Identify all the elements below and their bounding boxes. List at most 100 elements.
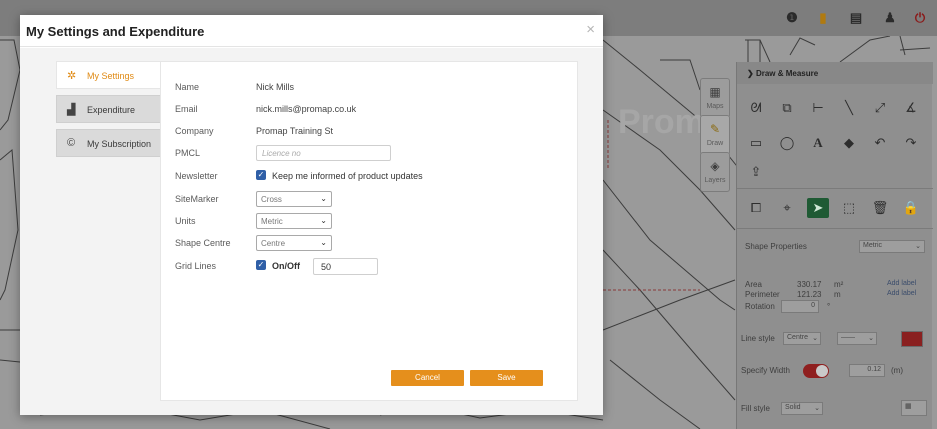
upload-icon[interactable]: ⇪ bbox=[745, 162, 767, 182]
modal-body: ✲ My Settings ▟ Expenditure © My Subscri… bbox=[20, 48, 603, 415]
line-pattern-select[interactable]: —— ⌄ bbox=[837, 332, 877, 345]
modal-title: My Settings and Expenditure bbox=[26, 24, 205, 39]
circle-icon[interactable]: ◯ bbox=[776, 133, 798, 153]
email-value: nick.mills@promap.co.uk bbox=[256, 104, 357, 114]
grid-lines-checkbox[interactable]: ✓ bbox=[256, 260, 266, 270]
copy-icon[interactable]: ⧠ bbox=[745, 198, 767, 218]
rotation-label: Rotation bbox=[745, 302, 775, 311]
width-input[interactable]: 0.12 bbox=[849, 364, 885, 377]
basket-icon[interactable]: ▤ bbox=[848, 10, 864, 26]
freehand-icon[interactable]: ᘛ bbox=[745, 98, 767, 118]
measure-icon[interactable]: ⊢ bbox=[807, 98, 829, 118]
chevron-down-icon: ⌄ bbox=[868, 335, 874, 342]
tab-layers-label: Layers bbox=[704, 177, 726, 184]
units-row: Units Metric ⌄ bbox=[175, 213, 565, 231]
sitemarker-value: Cross bbox=[261, 195, 282, 204]
shape-centre-value: Centre bbox=[261, 239, 286, 248]
units-select[interactable]: Metric ⌄ bbox=[859, 240, 925, 253]
units-select[interactable]: Metric ⌄ bbox=[256, 213, 332, 229]
draw-measure-panel: ❯ Draw & Measure ᘛ ⧉ ⊢ ╲ ⤢ ∡ ▭ ◯ A ◆ ↶ ↷… bbox=[736, 62, 933, 429]
chevron-down-icon: ⌄ bbox=[812, 335, 818, 342]
panel-divider bbox=[737, 188, 933, 189]
grid-size-input[interactable] bbox=[313, 258, 378, 275]
grid-lines-text: On/Off bbox=[272, 261, 300, 271]
tab-draw[interactable]: ✎ Draw bbox=[700, 115, 730, 155]
maps-icon: ▦ bbox=[709, 85, 721, 99]
line-icon[interactable]: ╲ bbox=[838, 98, 860, 118]
select-area-icon[interactable]: ⧉ bbox=[776, 98, 798, 118]
delete-icon[interactable]: 🗑 bbox=[869, 198, 891, 218]
pmcl-input[interactable] bbox=[256, 145, 391, 161]
newsletter-row: Newsletter ✓ Keep me informed of product… bbox=[175, 168, 565, 186]
perimeter-unit: m bbox=[834, 290, 841, 299]
sitemarker-row: SiteMarker Cross ⌄ bbox=[175, 191, 565, 209]
edit-tools-row: ⧠ ⌖ ➤ ⬚ 🗑 🔒 bbox=[745, 198, 922, 218]
tab-my-subscription-label: My Subscription bbox=[87, 139, 152, 149]
line-style-value: Centre bbox=[787, 334, 809, 341]
sitemarker-select[interactable]: Cross ⌄ bbox=[256, 191, 332, 207]
lock-icon[interactable]: 🔒 bbox=[900, 198, 922, 218]
shape-centre-select[interactable]: Centre ⌄ bbox=[256, 235, 332, 251]
tab-my-subscription[interactable]: © My Subscription bbox=[56, 129, 162, 157]
rotation-input[interactable]: 0 bbox=[781, 300, 819, 313]
layers-icon: ◈ bbox=[710, 159, 720, 173]
draw-tools-row-1: ᘛ ⧉ ⊢ ╲ ⤢ ∡ bbox=[745, 98, 922, 118]
newsletter-checkbox[interactable]: ✓ bbox=[256, 170, 266, 180]
cancel-button[interactable]: Cancel bbox=[391, 370, 464, 386]
add-label-link[interactable]: Add label bbox=[887, 280, 916, 287]
undo-icon[interactable]: ↶ bbox=[869, 133, 891, 153]
rotation-unit: ° bbox=[827, 302, 831, 311]
fill-style-select[interactable]: Solid ⌄ bbox=[781, 402, 823, 415]
settings-tabs: ✲ My Settings ▟ Expenditure © My Subscri… bbox=[56, 61, 166, 163]
line-style-select[interactable]: Centre ⌄ bbox=[783, 332, 821, 345]
bookmark-icon[interactable]: ▮ bbox=[815, 10, 831, 26]
bar-chart-icon: ▟ bbox=[67, 104, 76, 116]
tab-expenditure-label: Expenditure bbox=[87, 105, 136, 115]
draw-tools-row-2: ▭ ◯ A ◆ ↶ ↷ bbox=[745, 133, 922, 153]
shape-select-icon[interactable]: ⬚ bbox=[838, 198, 860, 218]
tab-maps[interactable]: ▦ Maps bbox=[700, 78, 730, 118]
email-row: Email nick.mills@promap.co.uk bbox=[175, 101, 565, 119]
pointer-icon[interactable]: ➤ bbox=[807, 198, 829, 218]
units-select-value: Metric bbox=[863, 242, 883, 249]
specify-width-toggle[interactable] bbox=[803, 364, 829, 378]
draw-measure-header[interactable]: ❯ Draw & Measure bbox=[737, 62, 933, 84]
fill-style-label: Fill style bbox=[741, 404, 770, 413]
draw-tools-row-3: ⇪ bbox=[745, 162, 767, 182]
email-label: Email bbox=[175, 104, 198, 114]
chevron-down-icon: ⌄ bbox=[320, 216, 327, 225]
save-button[interactable]: Save bbox=[470, 370, 543, 386]
rectangle-icon[interactable]: ▭ bbox=[745, 133, 767, 153]
chevron-down-icon: ⌄ bbox=[814, 405, 820, 412]
tab-layers[interactable]: ◈ Layers bbox=[700, 152, 730, 192]
tab-my-settings[interactable]: ✲ My Settings bbox=[56, 61, 166, 89]
fill-pattern-select[interactable]: ▦ bbox=[901, 400, 927, 416]
polyline-icon[interactable]: ⤢ bbox=[869, 98, 891, 118]
pmcl-label: PMCL bbox=[175, 148, 201, 158]
chevron-down-icon: ⌄ bbox=[915, 243, 921, 250]
angle-icon[interactable]: ∡ bbox=[900, 98, 922, 118]
fill-style-value: Solid bbox=[785, 404, 801, 411]
info-icon[interactable]: ❶ bbox=[784, 10, 800, 26]
area-value: 330.17 bbox=[797, 280, 822, 289]
user-icon[interactable]: ♟ bbox=[882, 10, 898, 26]
shape-properties-label: Shape Properties bbox=[745, 242, 807, 251]
line-pattern-icon: —— bbox=[841, 334, 855, 341]
power-icon[interactable]: ⏻ bbox=[912, 10, 928, 26]
company-row: Company Promap Training St bbox=[175, 123, 565, 141]
tab-my-settings-label: My Settings bbox=[87, 71, 135, 81]
tab-expenditure[interactable]: ▟ Expenditure bbox=[56, 95, 162, 123]
text-icon[interactable]: A bbox=[807, 133, 829, 153]
perimeter-label: Perimeter bbox=[745, 290, 780, 299]
name-label: Name bbox=[175, 82, 200, 92]
gear-icon: ✲ bbox=[67, 70, 77, 82]
pin-icon[interactable]: ⌖ bbox=[776, 198, 798, 218]
name-value: Nick Mills bbox=[256, 82, 294, 92]
line-color-swatch[interactable] bbox=[901, 331, 923, 347]
redo-icon[interactable]: ↷ bbox=[900, 133, 922, 153]
fill-icon[interactable]: ◆ bbox=[838, 133, 860, 153]
newsletter-label: Newsletter bbox=[175, 171, 218, 181]
specify-width-label: Specify Width bbox=[741, 366, 790, 375]
add-label-link[interactable]: Add label bbox=[887, 290, 916, 297]
close-icon[interactable]: × bbox=[586, 21, 595, 38]
